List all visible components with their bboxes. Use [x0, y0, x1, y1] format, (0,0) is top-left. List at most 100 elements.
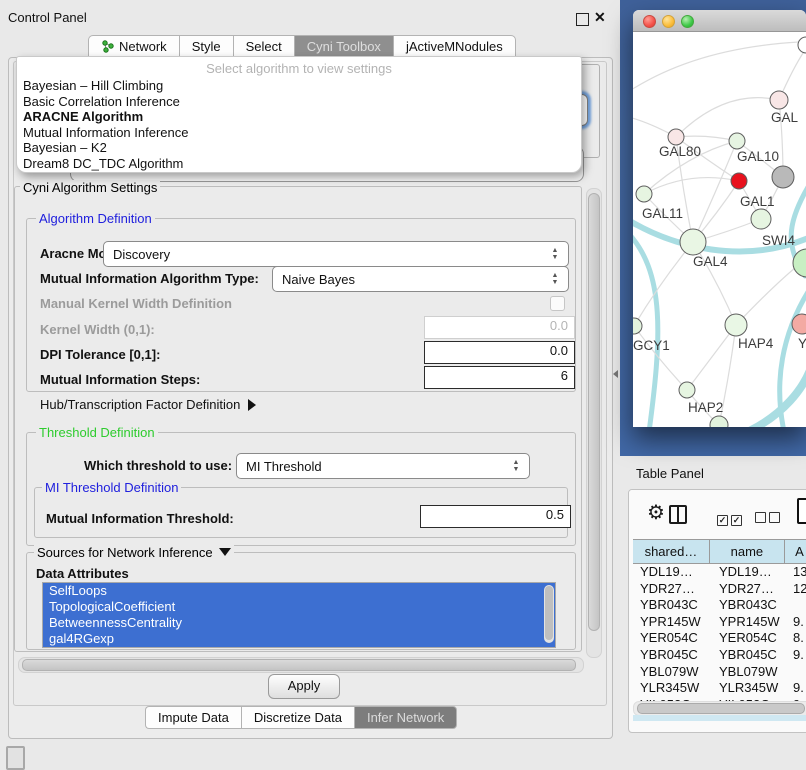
column-header[interactable]: A	[785, 540, 806, 563]
scrollbar-thumb[interactable]	[588, 193, 600, 631]
which-threshold-combo[interactable]: MI Threshold ▲▼	[236, 453, 530, 479]
data-attributes-label: Data Attributes	[36, 566, 129, 581]
table-footer-strip	[633, 715, 806, 721]
network-node-hap4[interactable]	[725, 314, 747, 336]
node-label: SWI4	[762, 233, 795, 248]
tab-network[interactable]: Network	[88, 35, 179, 58]
table-row[interactable]: YER054CYER054C8.	[633, 630, 806, 647]
table-row[interactable]: YDR27…YDR27…12	[633, 581, 806, 598]
table-row[interactable]: YLR345WYLR345W9.	[633, 680, 806, 697]
tab-impute-data[interactable]: Impute Data	[145, 706, 241, 729]
table-row[interactable]: YBL079WYBL079W	[633, 664, 806, 681]
data-attribute-item[interactable]: gal4RGexp	[43, 631, 555, 647]
data-attribute-item[interactable]: BetweennessCentrality	[43, 615, 555, 631]
attr-list-scrollbar[interactable]	[544, 585, 554, 643]
tab-label: Infer Network	[367, 710, 444, 725]
column-header[interactable]: shared…	[633, 540, 710, 563]
tab-jactivemnodules[interactable]: jActiveMNodules	[393, 35, 516, 58]
minimized-panel-icon[interactable]	[6, 746, 25, 770]
mi-steps-field[interactable]: 6	[424, 366, 575, 389]
tab-discretize-data[interactable]: Discretize Data	[241, 706, 354, 729]
columns-icon[interactable]	[669, 505, 687, 524]
node-label: GAL1	[740, 194, 775, 209]
mi-type-combo[interactable]: Naive Bayes ▲▼	[272, 266, 569, 292]
table-row[interactable]: YDL19…YDL19…13	[633, 564, 806, 581]
settings-vertical-scrollbar[interactable]	[586, 188, 602, 658]
scrollbar-thumb[interactable]	[545, 586, 553, 640]
splitpane-collapse-icon[interactable]	[613, 370, 618, 378]
apply-button[interactable]: Apply	[268, 674, 340, 699]
network-node-gal4[interactable]	[680, 229, 706, 255]
network-node-gcy1[interactable]	[633, 318, 642, 334]
network-node-gal[interactable]	[770, 91, 788, 109]
threshold-definition-title: Threshold Definition	[36, 425, 158, 440]
minimize-light-icon[interactable]	[662, 15, 675, 28]
network-node-gal10[interactable]	[729, 133, 745, 149]
network-node[interactable]	[731, 173, 747, 189]
sources-toggle[interactable]: Sources for Network Inference	[34, 545, 234, 560]
settings-horizontal-scrollbar[interactable]	[18, 657, 584, 673]
tab-label: Select	[246, 39, 282, 54]
network-canvas[interactable]: GALGAL80GAL10GAL1GAL11SWI4GAL4GCY1HAP4YH…	[633, 32, 806, 427]
stepper-icon: ▲▼	[507, 459, 529, 473]
tab-select[interactable]: Select	[233, 35, 294, 58]
node-label: GAL4	[693, 254, 728, 269]
network-node[interactable]	[710, 416, 728, 427]
table-horizontal-scrollbar[interactable]	[633, 701, 806, 716]
network-edge	[676, 98, 779, 137]
network-node-hap2[interactable]	[679, 382, 695, 398]
stepper-icon: ▲▼	[546, 247, 568, 261]
data-attribute-item[interactable]: SelfLoops	[43, 583, 555, 599]
network-node-gal1[interactable]	[751, 209, 771, 229]
algorithm-option[interactable]: Dream8 DC_TDC Algorithm	[23, 156, 575, 172]
network-node[interactable]	[798, 37, 806, 53]
unchecked-pair-icon[interactable]	[755, 510, 783, 528]
network-window: GALGAL80GAL10GAL1GAL11SWI4GAL4GCY1HAP4YH…	[633, 10, 806, 427]
kernel-width-field[interactable]: 0.0	[424, 316, 575, 339]
network-node[interactable]	[772, 166, 794, 188]
close-light-icon[interactable]	[643, 15, 656, 28]
table-row[interactable]: YBR045CYBR045C9.	[633, 647, 806, 664]
algorithm-option[interactable]: Bayesian – Hill Climbing	[23, 78, 575, 94]
tab-label: Network	[119, 39, 167, 54]
tab-infer-network[interactable]: Infer Network	[354, 706, 457, 729]
algorithm-option[interactable]: ARACNE Algorithm	[23, 109, 575, 125]
table-row[interactable]: YBR043CYBR043C	[633, 597, 806, 614]
mi-threshold-field[interactable]: 0.5	[420, 505, 571, 528]
network-node-gal11[interactable]	[636, 186, 652, 202]
zoom-light-icon[interactable]	[681, 15, 694, 28]
manual-kernel-checkbox[interactable]	[550, 296, 565, 311]
table-row[interactable]: YPR145WYPR145W9.	[633, 614, 806, 631]
which-threshold-label: Which threshold to use:	[84, 458, 232, 473]
network-window-titlebar[interactable]	[633, 10, 806, 32]
checked-pair-icon[interactable]: ✓✓	[717, 510, 745, 528]
table-cell	[789, 597, 806, 614]
mi-steps-label: Mutual Information Steps:	[40, 372, 200, 387]
node-label: GCY1	[633, 338, 670, 353]
tab-cyni-toolbox[interactable]: Cyni Toolbox	[294, 35, 393, 58]
network-edge	[633, 42, 799, 94]
network-node-gal80[interactable]	[668, 129, 684, 145]
gear-icon[interactable]: ⚙	[647, 500, 665, 525]
data-attribute-item[interactable]: TopologicalCoefficient	[43, 599, 555, 615]
column-header[interactable]: name	[710, 540, 785, 563]
hub-definition-toggle[interactable]: Hub/Transcription Factor Definition	[40, 397, 256, 412]
table-cell: YBL079W	[712, 664, 789, 681]
manual-kernel-label: Manual Kernel Width Definition	[40, 296, 232, 311]
aracne-mode-combo[interactable]: Discovery ▲▼	[103, 241, 569, 267]
close-icon[interactable]: ✕	[594, 9, 606, 26]
dropdown-placeholder: Select algorithm to view settings	[17, 61, 581, 76]
tab-style[interactable]: Style	[179, 35, 233, 58]
scrollbar-thumb[interactable]	[22, 659, 576, 671]
algorithm-option[interactable]: Mutual Information Inference	[23, 125, 575, 141]
network-graph: GALGAL80GAL10GAL1GAL11SWI4GAL4GCY1HAP4YH…	[633, 32, 806, 427]
network-edge	[743, 362, 806, 427]
scrollbar-thumb[interactable]	[637, 703, 805, 714]
dpi-tolerance-field[interactable]: 0.0	[424, 341, 575, 364]
float-icon[interactable]	[576, 13, 589, 26]
table-cell: YBR045C	[712, 647, 789, 664]
algorithm-option[interactable]: Bayesian – K2	[23, 140, 575, 156]
algorithm-option[interactable]: Basic Correlation Inference	[23, 94, 575, 110]
which-threshold-value: MI Threshold	[237, 459, 507, 474]
document-icon[interactable]	[797, 498, 806, 524]
